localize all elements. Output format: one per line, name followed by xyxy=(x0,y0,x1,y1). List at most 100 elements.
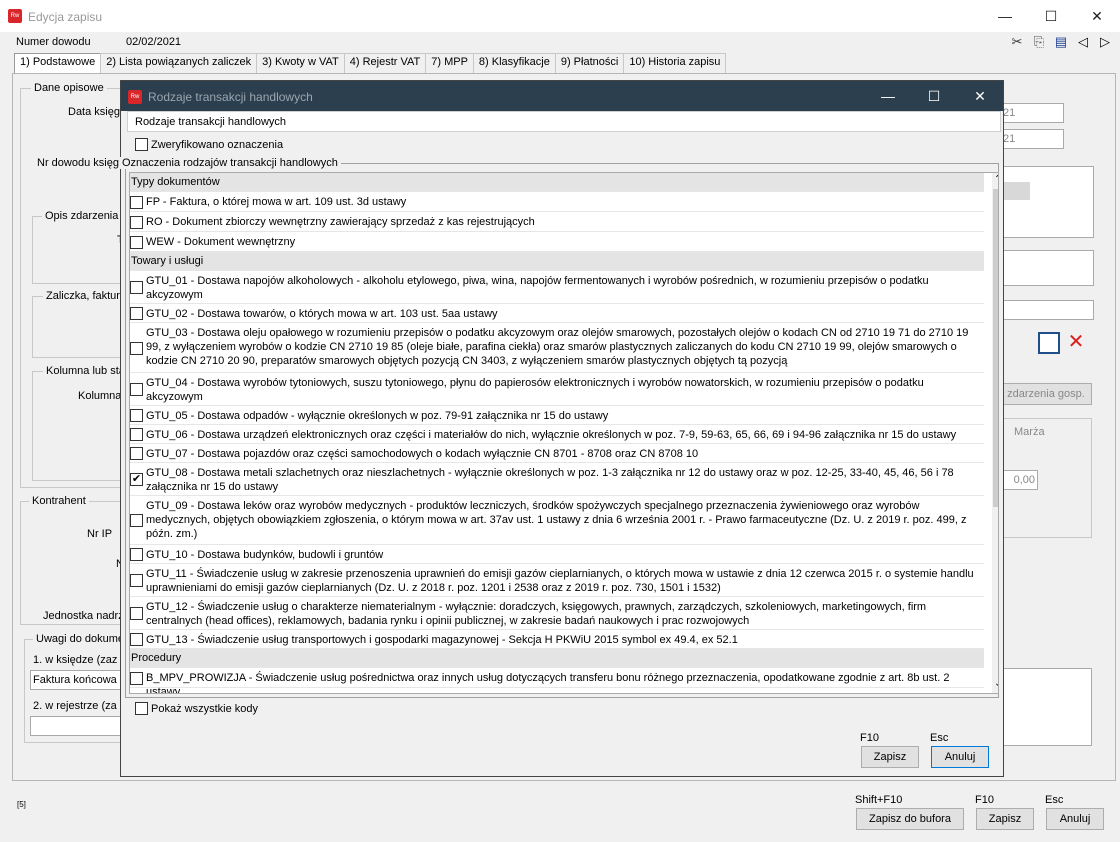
app-logo-icon: Rw xyxy=(8,9,22,23)
zapisz-do-bufora-button[interactable]: Zapisz do bufora xyxy=(856,808,964,830)
dialog-title: Rodzaje transakcji handlowych xyxy=(148,90,313,104)
maximize-button[interactable]: ☐ xyxy=(1028,0,1074,32)
group-oznaczenia-title: Oznaczenia rodzajów transakcji handlowyc… xyxy=(119,157,341,169)
scroll-up-icon[interactable]: ⌃ xyxy=(994,174,998,185)
item-checkbox[interactable] xyxy=(130,235,143,249)
tab-rejestr-vat[interactable]: 4) Rejestr VAT xyxy=(343,53,427,73)
show-all-checkbox[interactable] xyxy=(135,702,148,715)
item-checkbox[interactable] xyxy=(130,633,143,646)
list-item[interactable]: GTU_01 - Dostawa napojów alkoholowych - … xyxy=(130,271,984,304)
list-scrollbar[interactable]: ⌃ ⌄ xyxy=(992,173,998,693)
item-label: GTU_09 - Dostawa leków oraz wyrobów medy… xyxy=(146,500,967,540)
item-checkbox[interactable] xyxy=(130,281,143,294)
list-item[interactable]: GTU_03 - Dostawa oleju opałowego w rozum… xyxy=(130,323,984,373)
right-panel-box xyxy=(1000,166,1094,238)
dialog-anuluj-button[interactable]: Anuluj xyxy=(931,746,989,768)
uwagi-label: Uwagi do dokume xyxy=(33,633,128,645)
kolumna-lub-label: Kolumna lub sta xyxy=(43,365,128,377)
tab-platnosci[interactable]: 9) Płatności xyxy=(554,53,625,73)
faktura-input[interactable]: Faktura końcowa xyxy=(30,670,122,690)
tab-podstawowe[interactable]: 1) Podstawowe xyxy=(14,53,102,73)
list-item[interactable]: FP - Faktura, o której mowa w art. 109 u… xyxy=(130,192,984,212)
zdarzenia-button[interactable]: zdarzenia gosp. xyxy=(1000,383,1092,405)
window-icon[interactable] xyxy=(1038,332,1060,354)
scroll-thumb[interactable] xyxy=(993,189,998,507)
item-checkbox[interactable] xyxy=(130,409,143,422)
arrow-left-icon[interactable]: ◁ xyxy=(1075,34,1091,50)
list-section-header: Procedury xyxy=(130,649,984,668)
right-textarea[interactable] xyxy=(1000,668,1092,746)
item-checkbox[interactable] xyxy=(130,383,143,396)
close-button[interactable]: ✕ xyxy=(1074,0,1120,32)
tab-klasyfikacje[interactable]: 8) Klasyfikacje xyxy=(472,53,556,73)
dialog-minimize-button[interactable]: — xyxy=(865,81,911,111)
list-item[interactable]: GTU_07 - Dostawa pojazdów oraz części sa… xyxy=(130,444,984,463)
tab-kwoty-vat[interactable]: 3) Kwoty w VAT xyxy=(256,53,345,73)
item-checkbox[interactable] xyxy=(130,307,143,320)
marza-label: Marża xyxy=(1014,426,1045,438)
document-icon[interactable]: ▤ xyxy=(1053,34,1069,50)
item-label: GTU_11 - Świadczenie usług w zakresie pr… xyxy=(146,568,974,594)
list-item[interactable]: GTU_09 - Dostawa leków oraz wyrobów medy… xyxy=(130,496,984,545)
item-checkbox[interactable] xyxy=(130,574,143,587)
item-checkbox[interactable] xyxy=(130,514,143,527)
opis-zdarzenia-label: Opis zdarzenia xyxy=(42,210,122,222)
list-item[interactable]: GTU_10 - Dostawa budynków, budowli i gru… xyxy=(130,545,984,564)
tab-historia[interactable]: 10) Historia zapisu xyxy=(623,53,727,73)
w-rejestrze-input[interactable] xyxy=(30,716,122,736)
dialog-hint-f10: F10 xyxy=(860,732,879,744)
amount-field[interactable]: 0,00 xyxy=(1000,470,1038,490)
zapisz-button[interactable]: Zapisz xyxy=(976,808,1034,830)
scroll-down-icon[interactable]: ⌄ xyxy=(994,678,998,689)
dialog-close-button[interactable]: ✕ xyxy=(957,81,1003,111)
minimize-button[interactable]: — xyxy=(982,0,1028,32)
arrow-right-icon[interactable]: ▷ xyxy=(1097,34,1113,50)
list-item[interactable]: GTU_11 - Świadczenie usług w zakresie pr… xyxy=(130,564,984,597)
list-item[interactable]: GTU_12 - Świadczenie usług o charakterze… xyxy=(130,597,984,630)
item-checkbox[interactable] xyxy=(130,195,143,209)
item-label: GTU_12 - Świadczenie usług o charakterze… xyxy=(146,601,927,627)
codes-list: ⌃ ⌄ Typy dokumentów FP - Faktura, o które… xyxy=(129,172,999,694)
item-checkbox[interactable] xyxy=(130,607,143,620)
item-label: GTU_04 - Dostawa wyrobów tytoniowych, su… xyxy=(146,377,924,403)
tab-mpp[interactable]: 7) MPP xyxy=(425,53,474,73)
tab-zaliczki[interactable]: 2) Lista powiązanych zaliczek xyxy=(100,53,258,73)
zaliczka-label: Zaliczka, faktur xyxy=(43,290,123,302)
group-kolumna xyxy=(32,371,132,481)
item-checkbox[interactable] xyxy=(130,671,143,685)
anuluj-button[interactable]: Anuluj xyxy=(1046,808,1104,830)
right-input-2[interactable] xyxy=(1000,300,1094,320)
show-all-label: Pokaż wszystkie kody xyxy=(151,703,258,715)
list-item[interactable]: GTU_02 - Dostawa towarów, o których mowa… xyxy=(130,304,984,323)
nr-dowodu-ksieg-label: Nr dowodu księg xyxy=(37,157,119,169)
doc-number-value: 02/02/2021 xyxy=(126,36,182,48)
item-checkbox[interactable] xyxy=(130,428,143,441)
item-label: B_MPV_PROWIZJA - Świadczenie usług pośre… xyxy=(146,672,950,694)
date-field-1[interactable]: 21 xyxy=(1000,103,1064,123)
item-checkbox[interactable] xyxy=(130,215,143,229)
group-opis-zdarzenia xyxy=(32,216,132,284)
dialog-maximize-button[interactable]: ☐ xyxy=(911,81,957,111)
item-checkbox[interactable]: ✔ xyxy=(130,473,143,486)
list-item[interactable]: GTU_13 - Świadczenie usług transportowyc… xyxy=(130,630,984,649)
verified-checkbox[interactable] xyxy=(135,138,148,151)
w-rejestrze-label: 2. w rejestrze (za xyxy=(33,700,117,712)
list-item[interactable]: GTU_06 - Dostawa urządzeń elektronicznyc… xyxy=(130,425,984,444)
right-input-1[interactable] xyxy=(1000,250,1094,286)
item-label: GTU_05 - Dostawa odpadów - wyłącznie okr… xyxy=(146,410,609,422)
item-checkbox[interactable] xyxy=(130,548,143,561)
item-checkbox[interactable] xyxy=(130,447,143,460)
scissors-icon[interactable]: ✂ xyxy=(1009,34,1025,50)
list-item[interactable]: WEW - Dokument wewnętrzny xyxy=(130,232,984,252)
list-item[interactable]: GTU_05 - Dostawa odpadów - wyłącznie okr… xyxy=(130,406,984,425)
delete-icon[interactable]: ✕ xyxy=(1065,330,1087,354)
list-item[interactable]: GTU_04 - Dostawa wyrobów tytoniowych, su… xyxy=(130,373,984,406)
list-item[interactable]: ✔ GTU_08 - Dostawa metali szlachetnych or… xyxy=(130,463,984,496)
dialog-zapisz-button[interactable]: Zapisz xyxy=(861,746,919,768)
list-item[interactable]: B_MPV_PROWIZJA - Świadczenie usług pośre… xyxy=(130,668,984,693)
date-field-2[interactable]: 21 xyxy=(1000,129,1064,149)
paperclip-icon[interactable]: ⎘ xyxy=(1031,34,1047,50)
item-checkbox[interactable] xyxy=(130,341,143,355)
hint-shift-f10: Shift+F10 xyxy=(855,794,903,806)
list-item[interactable]: RO - Dokument zbiorczy wewnętrzny zawier… xyxy=(130,212,984,232)
